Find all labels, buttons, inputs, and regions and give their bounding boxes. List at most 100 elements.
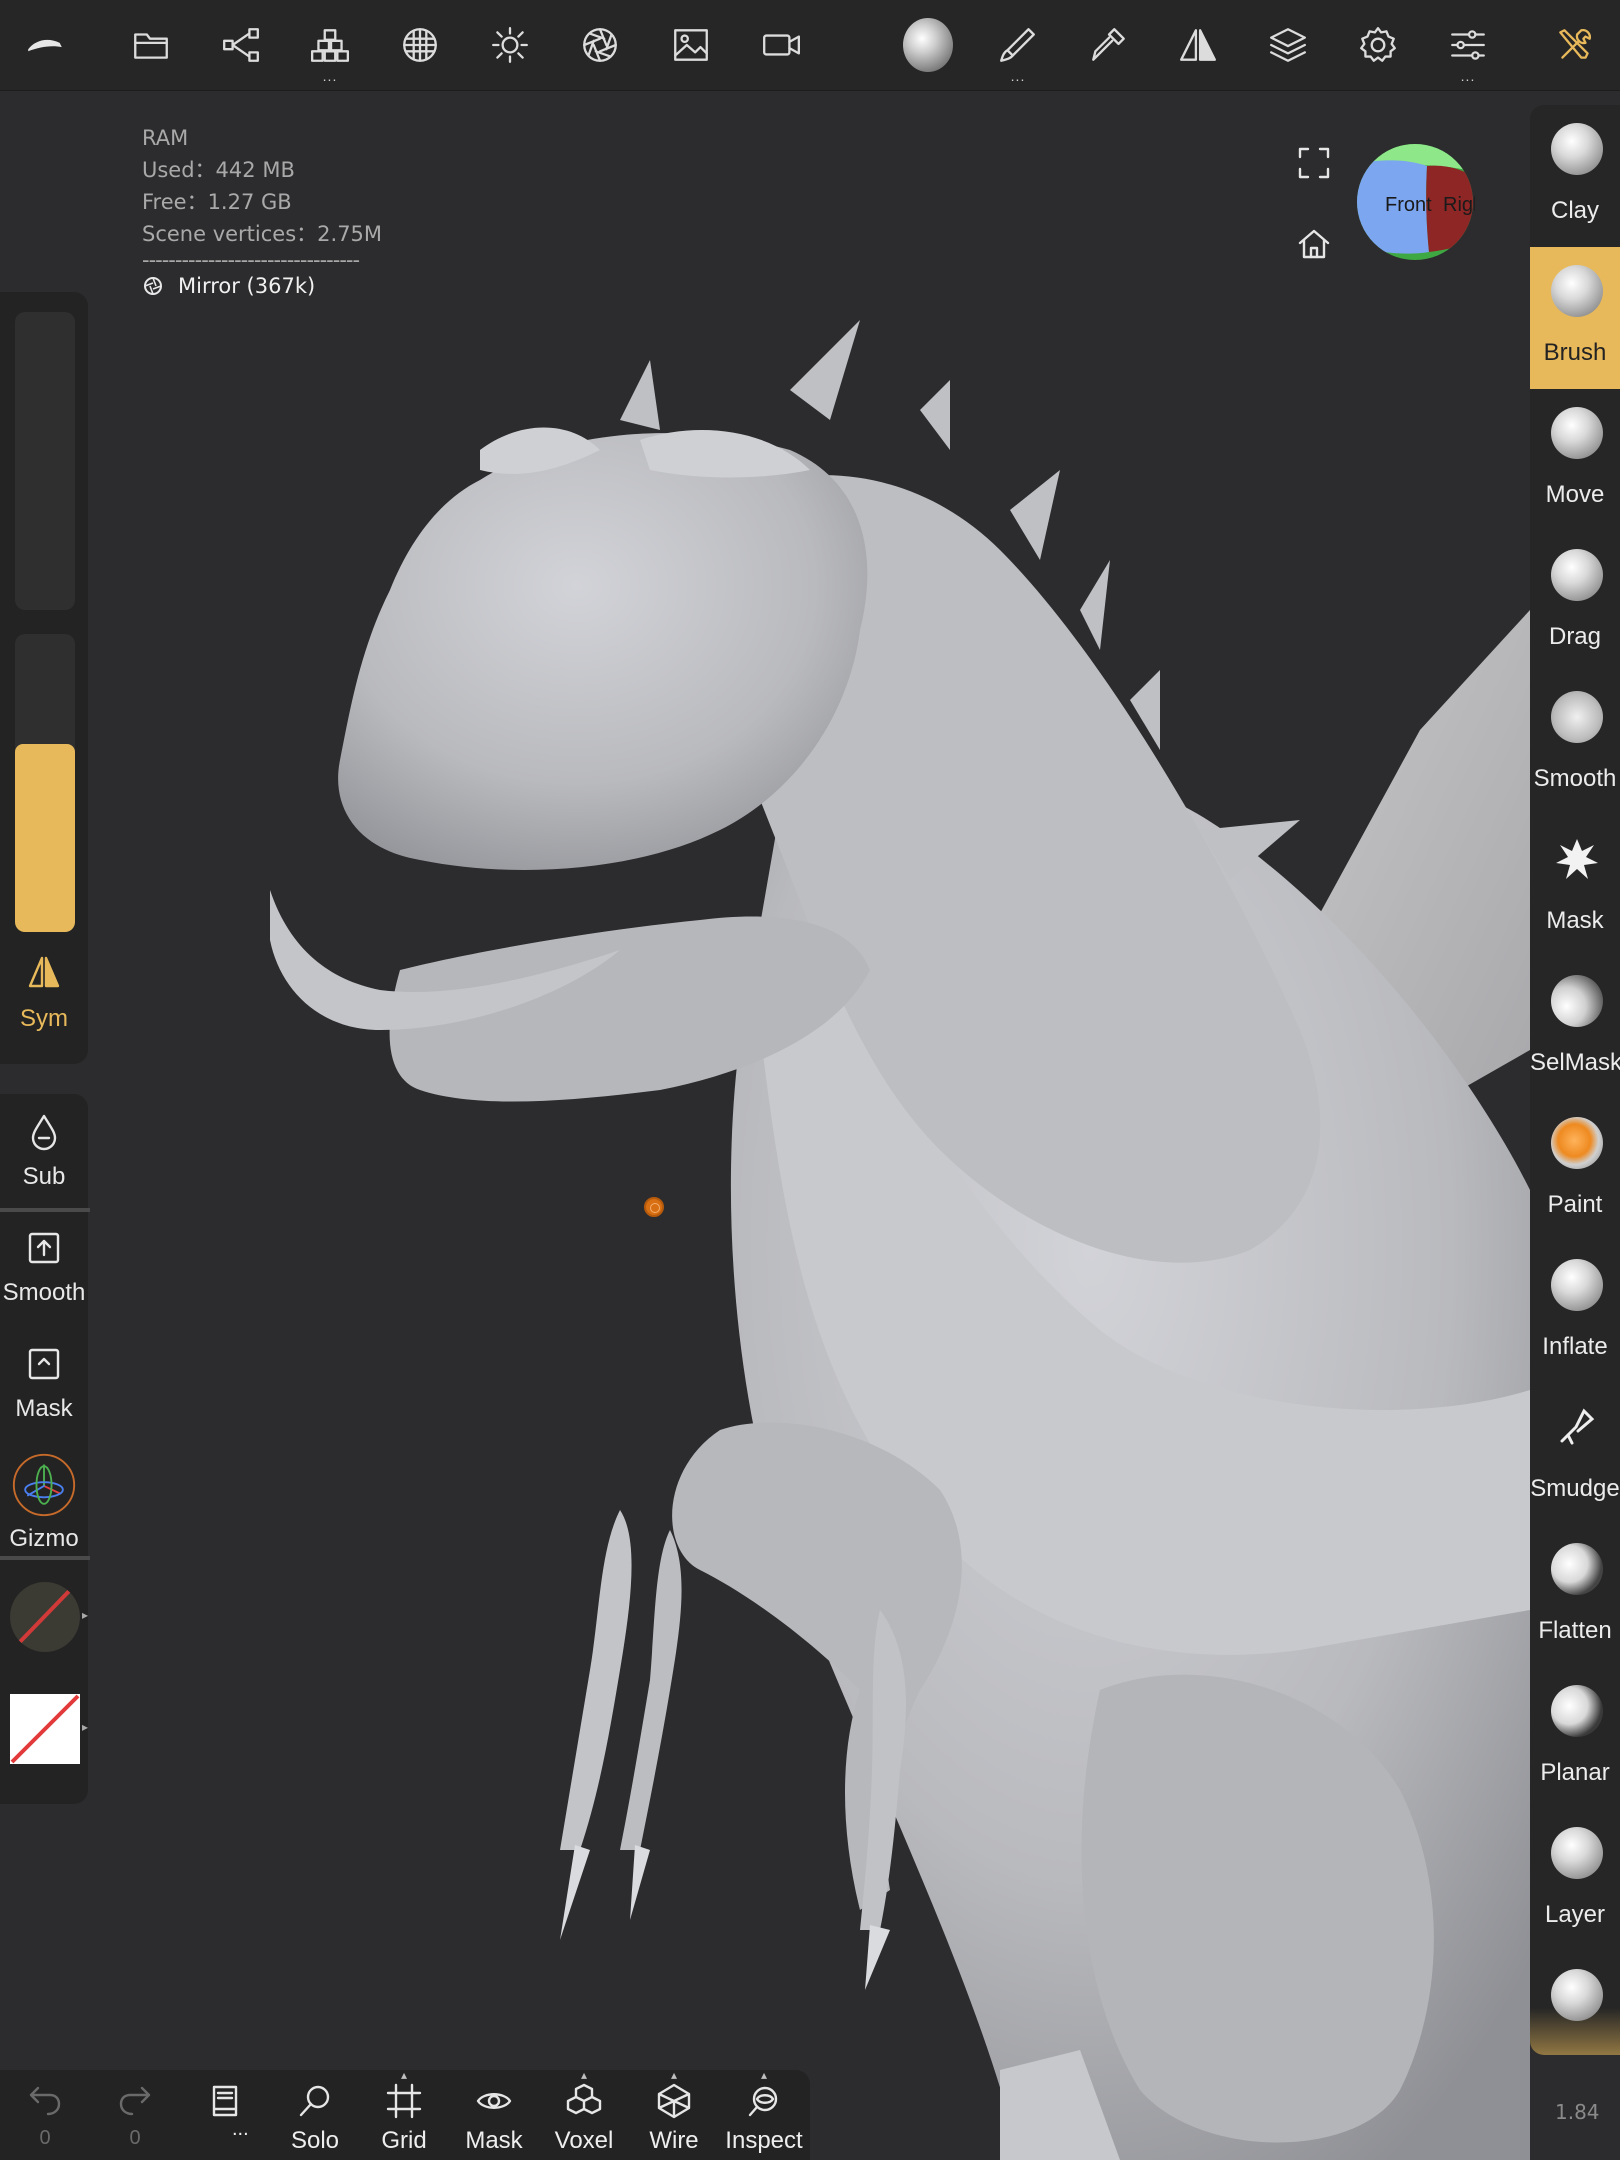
flatten-brush-icon (1551, 1543, 1603, 1595)
mask-label: Mask (15, 1395, 73, 1422)
radius-slider[interactable] (15, 312, 75, 610)
paint-brush-icon[interactable]: ... (993, 20, 1043, 84)
mirror-object[interactable]: Mirror (367k) (142, 270, 382, 302)
smooth-toggle[interactable]: Smooth (0, 1228, 88, 1307)
inspect-icon (748, 2086, 778, 2117)
cube-front-label: Front (1385, 194, 1432, 216)
primitives-icon[interactable]: ... (305, 20, 355, 84)
scene-graph-icon[interactable] (216, 20, 266, 70)
image-icon[interactable] (666, 20, 716, 70)
tool-layer[interactable]: Layer (1530, 1809, 1620, 1951)
tool-mask[interactable]: Mask (1530, 815, 1620, 957)
tool-label: SelMask (1530, 1049, 1620, 1076)
redo-count: 0 (129, 2127, 141, 2149)
tool-label: Brush (1543, 339, 1607, 366)
tool-brush[interactable]: Brush (1530, 247, 1620, 389)
eye-icon (476, 2093, 512, 2109)
app-logo-icon[interactable] (20, 20, 70, 70)
next-brush-icon (1551, 1969, 1603, 2021)
3d-viewport[interactable] (0, 90, 1530, 2160)
material-sphere-icon[interactable] (903, 18, 953, 72)
intensity-slider[interactable] (15, 634, 75, 932)
tool-label: Smudge (1530, 1475, 1620, 1502)
layer-brush-icon (1551, 1827, 1603, 1879)
gizmo-icon (12, 1453, 76, 1517)
tool-smooth[interactable]: Smooth (1530, 673, 1620, 815)
gizmo-button[interactable]: Gizmo (0, 1452, 88, 1553)
sliders-icon[interactable]: ... (1443, 20, 1493, 84)
lighting-icon[interactable] (485, 20, 535, 70)
mask-view-button[interactable]: Mask (449, 2082, 539, 2155)
expand-arrow-icon[interactable]: ▸ (82, 1608, 88, 1622)
tool-planar[interactable]: Planar (1530, 1667, 1620, 1809)
mirror-label: Mirror (367k) (178, 274, 316, 298)
gizmo-label: Gizmo (9, 1525, 79, 1552)
tool-smudge[interactable]: Smudge (1530, 1383, 1620, 1525)
top-toolbar: ... ... ... (0, 0, 1620, 91)
camera-aperture-icon[interactable] (575, 20, 625, 70)
redo-icon (119, 2086, 151, 2116)
fullscreen-icon[interactable] (1296, 145, 1336, 185)
mirror-aperture-icon (144, 277, 162, 295)
tool-inflate[interactable]: Inflate (1530, 1241, 1620, 1383)
tool-move[interactable]: Move (1530, 389, 1620, 531)
grid-button[interactable]: ▴ Grid (359, 2068, 449, 2155)
undo-button[interactable]: 0 (0, 2082, 90, 2150)
home-view-icon[interactable] (1296, 225, 1336, 265)
topology-icon[interactable] (395, 20, 445, 70)
drag-brush-icon (1551, 549, 1603, 601)
ram-info-panel: RAM Used：442 MB Free：1.27 GB Scene verti… (142, 122, 382, 302)
undo-icon (29, 2086, 61, 2116)
symmetry-icon (28, 956, 60, 988)
layers-icon[interactable] (1263, 20, 1313, 70)
brush-tools-panel: Clay Brush Move Drag Smooth Mask SelMask… (1530, 105, 1620, 2055)
redo-button[interactable]: 0 (90, 2082, 180, 2150)
solo-button[interactable]: Solo (270, 2082, 360, 2155)
tool-label: Paint (1547, 1191, 1603, 1218)
selmask-brush-icon (1551, 975, 1603, 1027)
mask-splat-icon (1556, 839, 1598, 879)
wire-label: Wire (649, 2127, 699, 2154)
sym-toggle[interactable]: Sym (0, 952, 88, 1033)
smooth-label: Smooth (2, 1279, 86, 1306)
voxel-button[interactable]: ▴ Voxel (539, 2068, 629, 2155)
hud-separator: --------------------------------- (142, 248, 360, 272)
tool-paint[interactable]: Paint (1530, 1099, 1620, 1241)
mask-caret-icon (28, 1348, 60, 1380)
expand-arrow-icon[interactable]: ▸ (82, 1720, 88, 1734)
clay-brush-icon (1551, 123, 1603, 175)
color-slot-empty[interactable] (10, 1694, 80, 1764)
settings-gear-icon[interactable] (1353, 20, 1403, 70)
history-more: ... (232, 2118, 249, 2140)
sub-label: Sub (22, 1163, 66, 1190)
inflate-brush-icon (1551, 1259, 1603, 1311)
tool-drag[interactable]: Drag (1530, 531, 1620, 673)
tool-selmask[interactable]: SelMask (1530, 957, 1620, 1099)
inspect-button[interactable]: ▴ Inspect (719, 2068, 809, 2155)
tool-label: Smooth (1533, 765, 1617, 792)
folder-icon[interactable] (126, 20, 176, 70)
video-camera-icon[interactable] (756, 20, 806, 70)
tool-clay[interactable]: Clay (1530, 105, 1620, 247)
planar-brush-icon (1551, 1685, 1603, 1737)
tool-next[interactable] (1530, 1951, 1620, 2055)
symmetry-icon[interactable] (1173, 20, 1223, 70)
sym-label: Sym (20, 1005, 68, 1032)
wireframe-icon (657, 2083, 691, 2119)
tool-flatten[interactable]: Flatten (1530, 1525, 1620, 1667)
intensity-slider-fill (15, 744, 75, 932)
material-slot-empty[interactable] (10, 1582, 80, 1652)
grid-icon (386, 2083, 422, 2119)
mask-toggle[interactable]: Mask (0, 1344, 88, 1423)
tools-icon[interactable] (1550, 20, 1600, 70)
sub-toggle[interactable]: Sub (0, 1112, 88, 1191)
grid-label: Grid (381, 2127, 427, 2154)
picker-icon[interactable] (1083, 20, 1133, 70)
wire-button[interactable]: ▴ Wire (629, 2068, 719, 2155)
voxel-label: Voxel (554, 2127, 614, 2154)
view-orientation-cube[interactable]: Front Righ (1355, 142, 1484, 262)
history-button[interactable]: ... (180, 2082, 270, 2140)
bottom-toolbar: 0 0 ... Solo ▴ Grid Mask ▴ Voxel ▴ Wire … (0, 2068, 810, 2160)
voxel-cubes-icon (566, 2083, 602, 2115)
tool-label: Planar (1540, 1759, 1610, 1786)
